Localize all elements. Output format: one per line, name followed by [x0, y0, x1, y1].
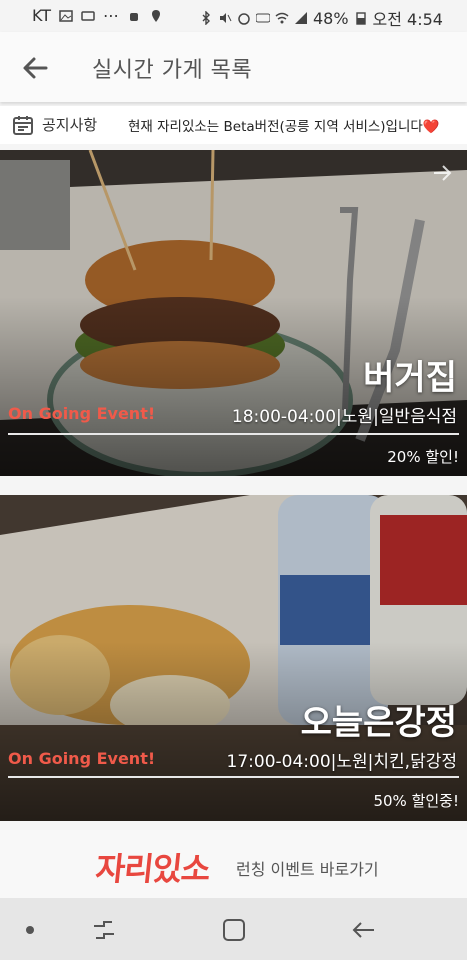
battery-icon [355, 12, 366, 25]
store-name: 오늘은강정 [300, 703, 457, 743]
card-shade [0, 495, 467, 821]
back-arrow-icon[interactable] [16, 50, 56, 86]
card-divider [8, 776, 459, 778]
back-icon[interactable] [346, 912, 382, 948]
bluetooth-icon [202, 11, 210, 25]
app-logo: 자리있소 [93, 850, 212, 888]
store-hours: 17:00-04:00 [226, 752, 331, 772]
image-icon [59, 9, 73, 22]
notice-bar[interactable]: 공지사항 현재 자리있소는 Beta버전(공릉 지역 서비스)입니다❤️ [0, 106, 467, 144]
store-area: 노원 [336, 752, 368, 772]
status-right: 48% 오전 4:54 [199, 6, 443, 30]
battery-label: 48% [312, 8, 349, 28]
launch-event-link[interactable]: 런칭 이벤트 바로가기 [236, 856, 379, 880]
home-icon[interactable] [216, 912, 252, 948]
store-hours: 18:00-04:00 [231, 407, 337, 427]
mute-icon [219, 13, 232, 23]
recent-apps-icon[interactable] [86, 912, 122, 948]
alarm-icon [238, 13, 250, 25]
event-tag: On Going Event! [8, 404, 156, 423]
store-category: 치킨,닭강정 [373, 752, 457, 772]
launch-event-banner[interactable]: 자리있소 런칭 이벤트 바로가기 [0, 830, 467, 898]
store-category: 일반음식점 [378, 407, 457, 427]
discount-label: 20% 할인! [387, 448, 459, 466]
store-meta: 17:00-04:00|노원|치킨,닭강정 [226, 752, 457, 772]
store-card[interactable]: 오늘은강정 On Going Event! 17:00-04:00|노원|치킨,… [0, 495, 467, 821]
store-meta: 18:00-04:00|노원|일반음식점 [231, 407, 457, 427]
event-tag: On Going Event! [8, 749, 156, 768]
page-title: 실시간 가게 목록 [92, 58, 253, 83]
signal-icon [294, 12, 307, 24]
location-icon [152, 9, 161, 22]
calendar-icon [13, 116, 33, 135]
wifi-icon [275, 12, 289, 24]
card-divider [8, 433, 459, 435]
robot-icon [130, 12, 139, 21]
store-name: 버거집 [363, 358, 457, 398]
card-shade [0, 150, 467, 476]
discount-label: 50% 할인중! [373, 792, 459, 810]
message-icon [81, 10, 95, 21]
hd-icon [255, 13, 270, 23]
app-bar: 실시간 가게 목록 [0, 32, 467, 102]
dot-icon[interactable] [12, 912, 48, 948]
store-area: 노원 [341, 407, 374, 427]
carrier-label: KT [32, 6, 52, 25]
status-left: KT ⋯ [32, 6, 163, 25]
more-notifications-icon: ⋯ [103, 6, 120, 25]
store-card[interactable]: 버거집 On Going Event! 18:00-04:00|노원|일반음식점… [0, 150, 467, 476]
status-bar: KT ⋯ 48% 오전 4:54 [0, 0, 467, 32]
notice-text: 현재 자리있소는 Beta버전(공릉 지역 서비스)입니다❤️ [128, 119, 440, 135]
notice-label: 공지사항 [42, 116, 98, 134]
time-label: 오전 4:54 [372, 10, 443, 29]
system-nav-bar [0, 898, 467, 960]
arrow-right-icon [434, 165, 452, 181]
